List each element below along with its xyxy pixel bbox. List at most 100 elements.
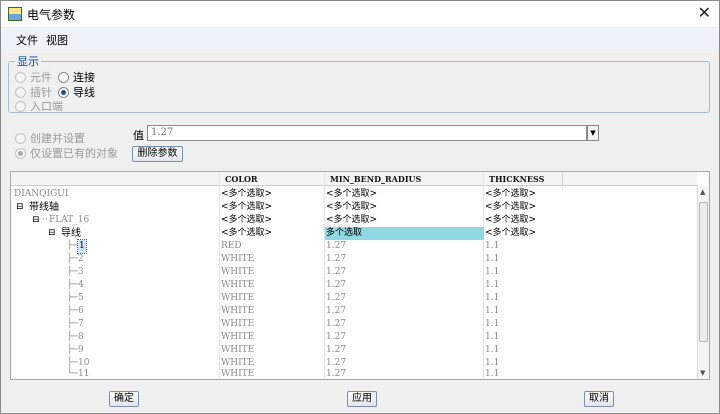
cell-thickness[interactable]: 1.1 xyxy=(485,305,499,318)
cell-color[interactable]: WHITE xyxy=(221,266,254,279)
cell-color[interactable]: WHITE xyxy=(221,279,254,292)
header-min-bend-radius[interactable]: MIN_BEND_RADIUS xyxy=(324,172,484,186)
radio-pin-circle[interactable] xyxy=(15,86,26,98)
radio-component[interactable]: 元件 xyxy=(15,69,52,85)
menu-file[interactable]: 文件 xyxy=(16,32,38,48)
cell-thickness[interactable]: 1.1 xyxy=(485,344,499,357)
cell-color[interactable]: <多个选取> xyxy=(221,214,272,227)
cell-thickness[interactable]: 1.1 xyxy=(485,318,499,331)
vertical-scrollbar[interactable]: ▲ ▼ xyxy=(697,186,709,379)
radio-connection-label: 连接 xyxy=(73,71,95,84)
radio-wire[interactable]: 导线 xyxy=(58,84,95,100)
ok-button[interactable]: 确定 xyxy=(109,391,139,407)
cancel-button[interactable]: 取消 xyxy=(584,391,614,407)
cell-min-bend-radius[interactable]: <多个选取> xyxy=(326,188,377,201)
header-thickness[interactable]: THICKNESS xyxy=(483,172,563,186)
cell-thickness[interactable]: 1.1 xyxy=(485,253,499,266)
cell-min-bend-radius[interactable]: 1.27 xyxy=(326,331,346,344)
table-row[interactable]: ⊟ 带线轴 <多个选取> <多个选取> <多个选取> xyxy=(11,201,697,214)
cell-color[interactable]: WHITE xyxy=(221,344,254,357)
tree-connector-icon: ├─ xyxy=(67,254,78,264)
tree-leaf-label: 5 xyxy=(78,293,84,303)
cell-thickness[interactable]: 1.1 xyxy=(485,240,499,253)
table-row[interactable]: ├─ 1 RED 1.27 1.1 xyxy=(11,239,697,254)
radio-only-set-circle[interactable] xyxy=(15,147,26,159)
tree-expander-icon[interactable]: ⊟ xyxy=(32,214,40,227)
cell-color[interactable]: WHITE xyxy=(221,331,254,344)
cell-color[interactable]: WHITE xyxy=(221,318,254,331)
radio-wire-circle[interactable] xyxy=(58,86,69,98)
cell-min-bend-radius[interactable]: <多个选取> xyxy=(326,201,377,214)
radio-create-and-set[interactable]: 创建并设置 xyxy=(15,130,85,146)
cell-min-bend-radius[interactable]: 1.27 xyxy=(326,368,346,379)
cell-thickness[interactable]: <多个选取> xyxy=(485,227,536,240)
cell-color[interactable]: WHITE xyxy=(221,253,254,266)
cell-min-bend-radius-highlighted[interactable]: 多个选取 xyxy=(325,227,484,240)
table-row[interactable]: ├─ 4 WHITE 1.27 1.1 xyxy=(11,279,697,292)
tree-node-label: 带线轴 xyxy=(29,202,59,213)
cell-thickness[interactable]: 1.1 xyxy=(485,266,499,279)
tree-connector-icon: ·· xyxy=(42,215,48,225)
cell-color[interactable]: WHITE xyxy=(221,305,254,318)
tree-expander-icon[interactable]: ⊟ xyxy=(16,201,24,214)
cell-min-bend-radius[interactable]: 1.27 xyxy=(326,344,346,357)
table-row[interactable]: ├─ 6 WHITE 1.27 1.1 xyxy=(11,305,697,318)
close-icon[interactable]: ✕ xyxy=(698,3,711,22)
cell-min-bend-radius[interactable]: 1.27 xyxy=(326,279,346,292)
cell-min-bend-radius[interactable]: 1.27 xyxy=(326,266,346,279)
cell-color[interactable]: <多个选取> xyxy=(221,188,272,201)
cell-thickness[interactable]: <多个选取> xyxy=(485,214,536,227)
table-row[interactable]: ├─ 8 WHITE 1.27 1.1 xyxy=(11,331,697,344)
cell-color[interactable]: <多个选取> xyxy=(221,227,272,240)
radio-only-set-existing[interactable]: 仅设置已有的对象 xyxy=(15,145,118,161)
table-row[interactable]: ├─ 9 WHITE 1.27 1.1 xyxy=(11,344,697,357)
scroll-up-icon[interactable]: ▲ xyxy=(700,188,705,196)
scrollbar-thumb[interactable] xyxy=(699,202,708,342)
header-color[interactable]: COLOR xyxy=(219,172,325,186)
cell-color[interactable]: WHITE xyxy=(221,368,254,379)
header-filler xyxy=(562,172,572,186)
radio-connection-circle[interactable] xyxy=(58,71,69,83)
radio-create-circle[interactable] xyxy=(15,132,26,144)
scroll-down-icon[interactable]: ▼ xyxy=(700,369,705,377)
radio-entry-circle[interactable] xyxy=(15,100,26,112)
cell-min-bend-radius[interactable]: 1.27 xyxy=(326,318,346,331)
cell-min-bend-radius[interactable]: <多个选取> xyxy=(326,214,377,227)
table-row[interactable]: ⊟ ·· FLAT_16 <多个选取> <多个选取> <多个选取> xyxy=(11,214,697,227)
table-row[interactable]: ├─ 5 WHITE 1.27 1.1 xyxy=(11,292,697,305)
menu-view[interactable]: 视图 xyxy=(46,32,68,48)
radio-connection[interactable]: 连接 xyxy=(58,69,95,85)
chevron-down-icon[interactable]: ▼ xyxy=(587,125,599,141)
apply-button[interactable]: 应用 xyxy=(347,391,377,407)
cell-thickness[interactable]: 1.1 xyxy=(485,368,499,379)
cell-color[interactable]: <多个选取> xyxy=(221,201,272,214)
table-row[interactable]: └─ 11 WHITE 1.27 1.1 xyxy=(11,368,697,379)
tree-leaf-label: 9 xyxy=(78,345,84,355)
delete-param-button[interactable]: 删除参数 xyxy=(132,146,183,162)
value-input[interactable]: 1.27 xyxy=(147,125,587,141)
cell-min-bend-radius[interactable]: 1.27 xyxy=(326,253,346,266)
tree-expander-icon[interactable]: ⊟ xyxy=(48,227,56,240)
cell-min-bend-radius[interactable]: 1.27 xyxy=(326,305,346,318)
cell-thickness[interactable]: 1.1 xyxy=(485,292,499,305)
table-row[interactable]: DIANQIGUI <多个选取> <多个选取> <多个选取> xyxy=(11,188,697,201)
table-row[interactable]: ⊟ 导线 <多个选取> 多个选取 <多个选取> xyxy=(11,227,697,240)
table-header: COLOR MIN_BEND_RADIUS THICKNESS xyxy=(11,172,697,186)
cell-thickness[interactable]: 1.1 xyxy=(485,279,499,292)
cell-min-bend-radius[interactable]: 1.27 xyxy=(326,292,346,305)
app-icon xyxy=(8,7,22,21)
title-bar: 电气参数 ✕ xyxy=(1,1,719,27)
cell-thickness[interactable]: <多个选取> xyxy=(485,188,536,201)
radio-entry[interactable]: 入口端 xyxy=(15,98,63,114)
cell-min-bend-radius[interactable]: 1.27 xyxy=(326,240,346,253)
window-title: 电气参数 xyxy=(27,8,76,22)
cell-thickness[interactable]: 1.1 xyxy=(485,331,499,344)
radio-component-circle[interactable] xyxy=(15,71,26,83)
table-row[interactable]: ├─ 7 WHITE 1.27 1.1 xyxy=(11,318,697,331)
params-table: COLOR MIN_BEND_RADIUS THICKNESS DIANQIGU… xyxy=(10,171,710,380)
table-row[interactable]: ├─ 2 WHITE 1.27 1.1 xyxy=(11,253,697,266)
cell-color[interactable]: RED xyxy=(221,240,242,253)
cell-color[interactable]: WHITE xyxy=(221,292,254,305)
table-row[interactable]: ├─ 3 WHITE 1.27 1.1 xyxy=(11,266,697,279)
cell-thickness[interactable]: <多个选取> xyxy=(485,201,536,214)
